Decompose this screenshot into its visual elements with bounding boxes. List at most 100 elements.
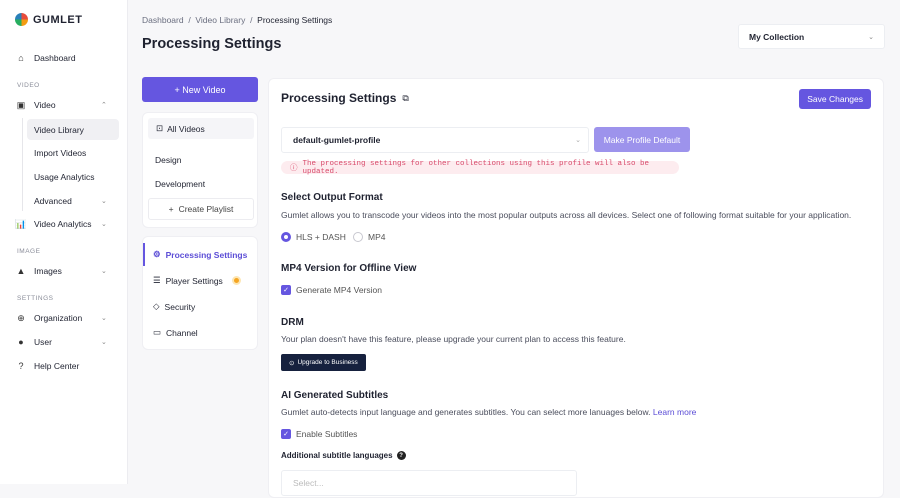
checkbox-generate-mp4[interactable]: ✓ Generate MP4 Version bbox=[281, 285, 382, 295]
upgrade-button[interactable]: ⊙ Upgrade to Business bbox=[281, 354, 366, 371]
label: Organization bbox=[34, 313, 83, 323]
radio-hls-dash[interactable]: HLS + DASH bbox=[281, 232, 346, 242]
learn-more-link[interactable]: Learn more bbox=[653, 407, 696, 417]
globe-icon: ⊕ bbox=[17, 312, 25, 323]
output-format-heading: Select Output Format bbox=[281, 192, 383, 203]
logo[interactable]: GUMLET bbox=[15, 13, 82, 26]
breadcrumb-dashboard[interactable]: Dashboard bbox=[142, 15, 184, 25]
warning-text: The processing settings for other collec… bbox=[302, 159, 650, 176]
chevron-down-icon: ⌄ bbox=[575, 137, 581, 144]
chevron-up-icon: ⌃ bbox=[101, 102, 107, 109]
label: Video bbox=[34, 100, 56, 110]
label: Processing Settings bbox=[165, 249, 248, 260]
playlist-item[interactable]: Design bbox=[155, 155, 181, 165]
checkbox-checked-icon: ✓ bbox=[281, 285, 291, 295]
sidebar-item-user[interactable]: ● User ⌄ bbox=[0, 331, 128, 353]
home-icon: ⌂ bbox=[18, 53, 24, 63]
tab-security[interactable]: ◇ Security bbox=[153, 301, 195, 312]
drm-heading: DRM bbox=[281, 317, 304, 328]
radio-mp4[interactable]: MP4 bbox=[353, 232, 385, 242]
sidebar-item-help[interactable]: ? Help Center bbox=[0, 355, 128, 377]
label: User bbox=[34, 337, 52, 347]
upgrade-icon: ⊙ bbox=[289, 359, 295, 367]
chevron-down-icon: ⌄ bbox=[868, 33, 874, 41]
label: MP4 bbox=[368, 232, 386, 242]
tab-channel[interactable]: ▭ Channel bbox=[153, 327, 198, 338]
output-format-desc: Gumlet allows you to transcode your vide… bbox=[281, 210, 852, 220]
label: Advanced bbox=[34, 195, 72, 206]
processing-settings-card: Processing Settings ⧉ Save Changes defaul… bbox=[268, 78, 884, 498]
breadcrumb: Dashboard / Video Library / Processing S… bbox=[142, 15, 333, 25]
warning-banner: ⓘ The processing settings for other colle… bbox=[281, 159, 679, 176]
label: Dashboard bbox=[34, 53, 76, 63]
sidebar-item-video[interactable]: ▣ Video ⌃ bbox=[0, 94, 128, 116]
sidebar-item-images[interactable]: ▲ Images ⌄ bbox=[0, 260, 128, 282]
sidebar: GUMLET ⌂ Dashboard VIDEO ▣ Video ⌃ Video Li… bbox=[0, 0, 128, 484]
make-profile-default-button[interactable]: Make Profile Default bbox=[594, 127, 690, 152]
help-icon: ? bbox=[18, 361, 24, 371]
text: Additional subtitle languages bbox=[281, 451, 393, 460]
create-playlist-button[interactable]: + Create Playlist bbox=[148, 198, 254, 220]
breadcrumb-current: Processing Settings bbox=[257, 15, 333, 25]
tab-processing-settings[interactable]: ⚙ Processing Settings bbox=[153, 249, 247, 260]
video-folder-icon: ⊡ bbox=[156, 123, 164, 133]
label: HLS + DASH bbox=[296, 232, 346, 242]
sliders-icon: ☰ bbox=[153, 275, 161, 285]
bar-chart-icon: 📊 bbox=[15, 218, 27, 229]
playlist-panel: ⊡ All Videos Design Development + Create P… bbox=[142, 112, 258, 228]
label: Channel bbox=[166, 327, 198, 338]
help-icon[interactable]: ? bbox=[396, 451, 406, 460]
gear-icon: ⚙ bbox=[153, 249, 161, 259]
divider bbox=[22, 118, 23, 211]
card-title: Processing Settings ⧉ bbox=[281, 91, 409, 105]
image-icon: ▲ bbox=[16, 266, 26, 276]
tv-icon: ▭ bbox=[153, 327, 162, 337]
playlist-item[interactable]: Development bbox=[155, 179, 205, 189]
label: Security bbox=[164, 301, 196, 312]
label: Upgrade to Business bbox=[297, 359, 358, 366]
section-settings: SETTINGS bbox=[17, 295, 54, 302]
label: Enable Subtitles bbox=[296, 429, 358, 439]
active-tab-indicator bbox=[143, 243, 145, 266]
label: All Videos bbox=[167, 123, 205, 134]
sidebar-item-advanced[interactable]: Advanced ⌄ bbox=[27, 190, 119, 211]
collection-select[interactable]: My Collection ⌄ bbox=[738, 24, 885, 49]
profile-select[interactable]: default-gumlet-profile ⌄ bbox=[281, 127, 589, 153]
profile-value: default-gumlet-profile bbox=[293, 135, 381, 145]
new-video-button[interactable]: + New Video bbox=[142, 77, 258, 102]
mp4-heading: MP4 Version for Offline View bbox=[281, 263, 417, 274]
playlist-all-videos[interactable]: ⊡ All Videos bbox=[148, 118, 254, 139]
section-video: VIDEO bbox=[17, 82, 40, 89]
tab-player-settings[interactable]: ☰ Player Settings bbox=[153, 275, 241, 286]
sidebar-item-organization[interactable]: ⊕ Organization ⌄ bbox=[0, 307, 128, 329]
chevron-down-icon: ⌄ bbox=[101, 221, 107, 228]
sidebar-item-video-library[interactable]: Video Library bbox=[27, 119, 119, 140]
breadcrumb-video-library[interactable]: Video Library bbox=[195, 15, 245, 25]
external-link-icon[interactable]: ⧉ bbox=[402, 93, 408, 104]
section-image: IMAGE bbox=[17, 248, 41, 255]
user-icon: ● bbox=[18, 337, 24, 347]
page-title: Processing Settings bbox=[142, 36, 282, 52]
label: Images bbox=[34, 266, 62, 276]
checkbox-enable-subtitles[interactable]: ✓ Enable Subtitles bbox=[281, 429, 357, 439]
sidebar-item-video-analytics[interactable]: 📊 Video Analytics ⌄ bbox=[0, 213, 128, 235]
title: Processing Settings bbox=[281, 91, 397, 105]
plus-icon: + bbox=[168, 204, 174, 214]
languages-select[interactable]: Select... bbox=[281, 470, 577, 496]
text: Gumlet auto-detects input language and g… bbox=[281, 407, 651, 417]
chevron-down-icon: ⌄ bbox=[101, 268, 107, 275]
sidebar-item-import-videos[interactable]: Import Videos bbox=[27, 142, 119, 163]
subtitles-desc: Gumlet auto-detects input language and g… bbox=[281, 407, 696, 417]
chevron-down-icon: ⌄ bbox=[101, 339, 107, 346]
sidebar-item-dashboard[interactable]: ⌂ Dashboard bbox=[0, 47, 128, 69]
label: Help Center bbox=[34, 361, 80, 371]
label: Video Analytics bbox=[34, 219, 92, 229]
info-icon: ⓘ bbox=[290, 165, 298, 173]
drm-desc: Your plan doesn't have this feature, ple… bbox=[281, 334, 626, 344]
label: Generate MP4 Version bbox=[296, 285, 382, 295]
sidebar-item-usage-analytics[interactable]: Usage Analytics bbox=[27, 166, 119, 187]
gumlet-logo-icon bbox=[15, 13, 28, 26]
save-changes-button[interactable]: Save Changes bbox=[799, 89, 871, 109]
brand-name: GUMLET bbox=[33, 13, 83, 26]
subtitles-heading: AI Generated Subtitles bbox=[281, 390, 389, 401]
